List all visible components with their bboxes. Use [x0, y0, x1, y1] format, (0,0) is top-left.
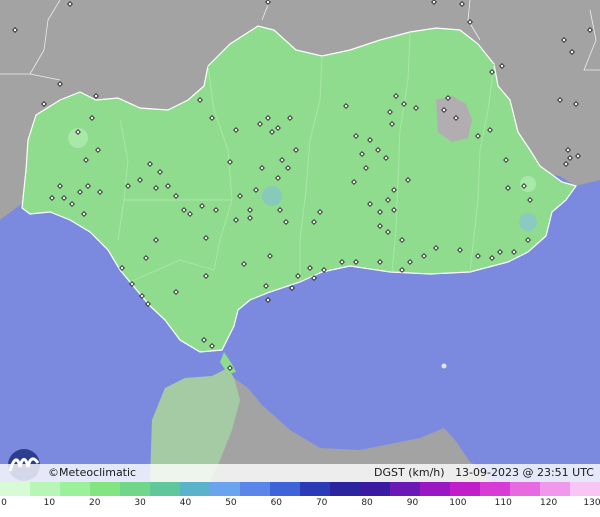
scale-swatch	[30, 482, 60, 496]
alboran-island	[441, 363, 447, 369]
scale-swatch	[540, 482, 570, 496]
timestamp-label: 13-09-2023 @ 23:51 UTC	[455, 466, 594, 479]
scale-swatch	[570, 482, 600, 496]
scale-tick-label: 80	[361, 498, 373, 508]
scale-swatch	[210, 482, 240, 496]
scale-swatch	[390, 482, 420, 496]
map-info: DGST (km/h) 13-09-2023 @ 23:51 UTC	[374, 466, 594, 479]
scale-swatch	[90, 482, 120, 496]
scale-swatch	[270, 482, 300, 496]
scale-tick-label: 60	[270, 498, 283, 508]
scale-swatch	[60, 482, 90, 496]
scale-tick-label: 100	[449, 498, 467, 508]
scale-swatch	[480, 482, 510, 496]
scale-swatch	[240, 482, 270, 496]
scale-tick-label: 40	[179, 498, 192, 508]
scale-tick-label: 120	[540, 498, 558, 508]
scale-tick-label: 130	[583, 498, 600, 508]
scale-swatch	[120, 482, 150, 496]
scale-swatch	[180, 482, 210, 496]
scale-tick-label: 30	[134, 498, 146, 508]
scale-swatch	[420, 482, 450, 496]
map-canvas	[0, 0, 600, 482]
weather-map: ©Meteoclimatic DGST (km/h) 13-09-2023 @ …	[0, 0, 600, 517]
scale-swatch	[510, 482, 540, 496]
color-scale-bar	[0, 482, 600, 496]
scale-tick-label: 90	[406, 498, 419, 508]
scale-swatch	[150, 482, 180, 496]
gust-patch	[262, 186, 282, 206]
scale-swatch	[0, 482, 30, 496]
scale-tick-label: 10	[43, 498, 56, 508]
scale-swatch	[300, 482, 330, 496]
scale-tick-label: 20	[89, 498, 101, 508]
scale-swatch	[450, 482, 480, 496]
scale-tick-label: 110	[494, 498, 512, 508]
variable-label: DGST (km/h)	[374, 466, 445, 479]
calm-patch	[520, 176, 536, 192]
gust-patch	[519, 213, 537, 231]
scale-swatch	[360, 482, 390, 496]
scale-tick-label: 50	[225, 498, 237, 508]
credit-label: ©Meteoclimatic	[48, 466, 137, 479]
scale-tick-label: 70	[315, 498, 328, 508]
color-scale: 0 10 20 30 40 50 60 70 80 90 100 110 120 130	[0, 482, 600, 517]
scale-tick-label: 0	[1, 498, 7, 508]
scale-swatch	[330, 482, 360, 496]
